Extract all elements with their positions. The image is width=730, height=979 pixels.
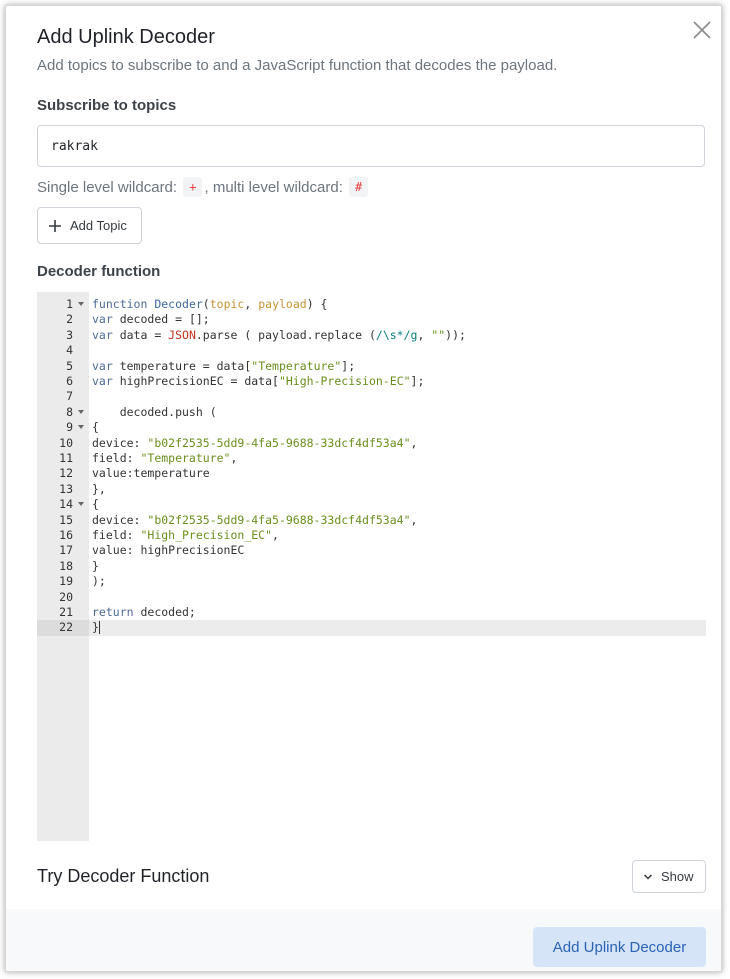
dialog-footer: Add Uplink Decoder	[6, 909, 721, 971]
close-icon	[693, 21, 711, 39]
decoder-function-label: Decoder function	[37, 263, 161, 280]
code-line[interactable]: 17 value: highPrecisionEC	[37, 543, 706, 558]
code-line[interactable]: 16 field: "High_Precision_EC",	[37, 528, 706, 543]
line-number: 11	[59, 451, 73, 465]
code-text: value: highPrecisionEC	[92, 543, 245, 558]
code-line[interactable]: 2 var decoded = [];	[37, 312, 706, 327]
line-number: 13	[59, 481, 73, 496]
wildcard-hint: Single level wildcard: + , multi level w…	[37, 177, 370, 197]
code-text: var data = JSON.parse ( payload.replace …	[92, 327, 466, 342]
code-line[interactable]: 3 var data = JSON.parse ( payload.replace…	[37, 328, 706, 343]
code-line[interactable]: 21 return decoded;	[37, 605, 706, 620]
code-text: field: "Temperature",	[92, 451, 238, 465]
code-line[interactable]: 13},	[37, 482, 706, 497]
code-text: value:temperature	[92, 466, 210, 481]
close-button[interactable]	[691, 19, 713, 41]
code-text: var highPrecisionEC = data["High-Precisi…	[92, 374, 425, 388]
line-number: 22	[37, 620, 89, 636]
add-topic-label: Add Topic	[70, 218, 127, 233]
line-number: 3	[66, 327, 73, 342]
topic-input[interactable]	[37, 125, 705, 167]
line-number: 15	[59, 512, 73, 527]
code-text: decoded.push (	[92, 404, 217, 419]
plus-icon	[49, 219, 61, 232]
try-decoder-title: Try Decoder Function	[37, 866, 210, 886]
code-line[interactable]: 9{	[37, 420, 706, 435]
multi-level-wildcard-code: #	[349, 177, 369, 197]
wildcard-hint-prefix: Single level wildcard:	[37, 178, 182, 196]
code-line[interactable]: 12 value:temperature	[37, 466, 706, 481]
code-text: device: "b02f2535-5dd9-4fa5-9688-33dcf4d…	[92, 512, 418, 527]
line-number: 5	[66, 358, 73, 373]
chevron-down-icon	[643, 873, 653, 880]
text-cursor	[98, 621, 100, 635]
line-number: 19	[59, 574, 73, 589]
code-text: return decoded;	[92, 605, 196, 619]
line-number: 20	[59, 589, 73, 604]
show-button[interactable]: Show	[632, 860, 706, 893]
show-label: Show	[661, 869, 694, 884]
dialog-subtitle: Add topics to subscribe to and a JavaScr…	[37, 57, 558, 74]
code-line[interactable]: 6 var highPrecisionEC = data["High-Precis…	[37, 374, 706, 389]
line-number: 16	[59, 528, 73, 542]
code-line[interactable]: 14{	[37, 497, 706, 512]
code-text: device: "b02f2535-5dd9-4fa5-9688-33dcf4d…	[92, 435, 418, 450]
add-topic-button[interactable]: Add Topic	[37, 207, 142, 244]
code-text: field: "High_Precision_EC",	[92, 528, 279, 542]
code-text: },	[92, 481, 106, 496]
fold-arrow-icon[interactable]	[78, 425, 84, 430]
fold-arrow-icon[interactable]	[78, 409, 84, 414]
wildcard-hint-middle: , multi level wildcard:	[204, 178, 348, 196]
code-line[interactable]: 11 field: "Temperature",	[37, 451, 706, 466]
fold-arrow-icon[interactable]	[78, 502, 84, 507]
code-text: function Decoder(topic, payload) {	[92, 297, 328, 311]
fold-arrow-icon[interactable]	[78, 302, 84, 306]
line-number: 21	[59, 605, 73, 619]
code-line[interactable]: 1 function Decoder(topic, payload) {	[37, 297, 706, 312]
code-line[interactable]: 22}	[37, 620, 706, 636]
code-line[interactable]: 19);	[37, 574, 706, 589]
code-line[interactable]: 7	[37, 389, 706, 404]
line-number: 7	[66, 389, 73, 404]
code-text: );	[92, 574, 106, 589]
code-text: {	[92, 420, 99, 435]
code-line[interactable]: 15 device: "b02f2535-5dd9-4fa5-9688-33dcf…	[37, 513, 706, 528]
code-text: }	[92, 620, 100, 635]
code-line[interactable]: 4	[37, 343, 706, 358]
dialog-title: Add Uplink Decoder	[37, 26, 215, 48]
line-number: 2	[66, 312, 73, 327]
subscribe-topics-label: Subscribe to topics	[37, 97, 177, 114]
code-line[interactable]: 5 var temperature = data["Temperature"];	[37, 359, 706, 374]
line-number: 12	[59, 466, 73, 481]
single-level-wildcard-code: +	[183, 177, 203, 197]
code-text: var temperature = data["Temperature"];	[92, 358, 356, 373]
code-text: {	[92, 497, 99, 512]
code-line[interactable]: 18}	[37, 559, 706, 574]
add-uplink-decoder-button[interactable]: Add Uplink Decoder	[533, 927, 706, 967]
decoder-code-editor[interactable]: 1 function Decoder(topic, payload) {2 var …	[37, 292, 706, 841]
line-number: 4	[66, 343, 73, 358]
line-number: 18	[59, 558, 73, 573]
code-line[interactable]: 20	[37, 590, 706, 605]
add-uplink-decoder-dialog: Add Uplink Decoder Add topics to subscri…	[5, 5, 722, 972]
line-number: 10	[59, 435, 73, 450]
line-number: 6	[66, 374, 73, 388]
code-line[interactable]: 10 device: "b02f2535-5dd9-4fa5-9688-33dcf…	[37, 436, 706, 451]
code-line[interactable]: 8 decoded.push (	[37, 405, 706, 420]
line-number: 17	[59, 543, 73, 558]
code-text: }	[92, 558, 99, 573]
code-text: var decoded = [];	[92, 312, 210, 327]
